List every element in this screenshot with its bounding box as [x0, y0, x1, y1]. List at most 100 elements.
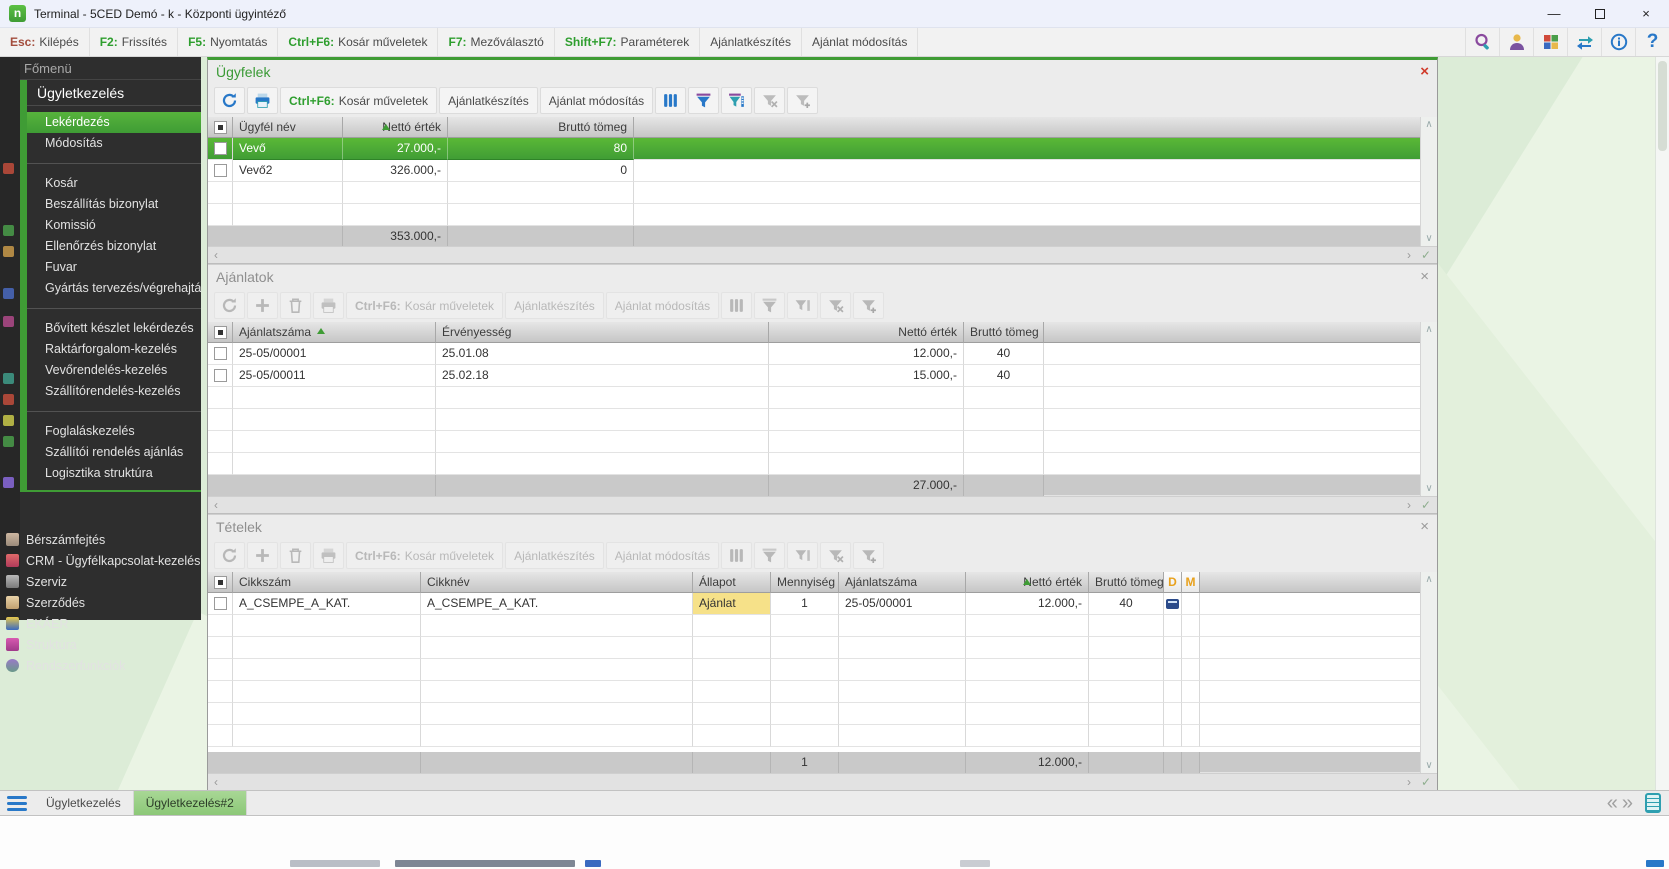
column-chooser-icon[interactable]	[721, 542, 753, 569]
horizontal-scrollbar[interactable]: ‹ › ✓	[208, 496, 1437, 513]
table-row[interactable]: Vevő2 326.000,- 0	[208, 160, 1420, 182]
scroll-up-icon[interactable]: ∧	[1425, 324, 1432, 335]
vertical-scrollbar[interactable]: ∧ ∨	[1420, 322, 1437, 496]
scroll-left-icon[interactable]: ‹	[214, 775, 218, 789]
kosar-muveletek-button[interactable]: Ctrl+F6: Kosár műveletek	[280, 87, 438, 114]
scroll-up-icon[interactable]: ∧	[1425, 119, 1432, 130]
scroll-left-icon[interactable]: ‹	[214, 248, 218, 262]
sidebar-item-berszamfejtes[interactable]: Bérszámfejtés	[0, 529, 201, 550]
horizontal-scrollbar[interactable]: ‹ › ✓	[208, 773, 1437, 790]
filter-clear-icon[interactable]	[820, 292, 852, 319]
delete-button[interactable]	[280, 292, 311, 319]
column-header-m[interactable]: M	[1182, 572, 1200, 593]
vertical-scrollbar[interactable]: ∧ ∨	[1420, 117, 1437, 246]
vertical-scrollbar[interactable]: ∧ ∨	[1420, 572, 1437, 773]
column-header-ajanlatszama[interactable]: Ajánlatszáma	[839, 572, 966, 593]
filter-icon[interactable]	[754, 292, 786, 319]
scroll-left-icon[interactable]: ‹	[214, 498, 218, 512]
row-checkbox[interactable]	[208, 365, 233, 387]
filter-edit-icon[interactable]	[721, 87, 753, 114]
sidebar-item-ellenorzes-bizonylat[interactable]: Ellenőrzés bizonylat	[27, 236, 201, 257]
info-icon[interactable]	[1601, 28, 1635, 56]
column-header-d[interactable]: D	[1164, 572, 1182, 593]
kosar-muveletek-button[interactable]: Ctrl+F6: Kosár műveletek	[346, 542, 504, 569]
sidebar-item-raktarforgalom[interactable]: Raktárforgalom-kezelés	[27, 339, 201, 360]
scroll-right-icon[interactable]: ›	[1407, 498, 1411, 512]
print-button[interactable]	[313, 542, 344, 569]
submenu-title[interactable]: Ügyletkezelés	[27, 80, 201, 106]
column-chooser-icon[interactable]	[655, 87, 687, 114]
table-row[interactable]: 25-05/00011 25.02.18 15.000,- 40	[208, 365, 1420, 387]
column-header-ervenyesseg[interactable]: Érvényesség	[436, 322, 769, 343]
column-header-netto-ertek[interactable]: Nettó érték	[343, 117, 448, 138]
column-chooser-icon[interactable]	[721, 292, 753, 319]
modules-tiles-icon[interactable]	[1533, 28, 1567, 56]
sidebar-item-bovitett-keszlet[interactable]: Bővített készlet lekérdezés	[27, 318, 201, 339]
sidebar-item-szerzodes[interactable]: Szerződés	[0, 592, 201, 613]
close-button[interactable]: ×	[1623, 0, 1669, 27]
add-button[interactable]	[247, 292, 278, 319]
add-button[interactable]	[247, 542, 278, 569]
menu-item-nyomtatas[interactable]: F5: Nyomtatás	[178, 28, 279, 56]
ajanlatkeszites-button[interactable]: Ajánlatkészítés	[439, 87, 538, 114]
ajanlat-modositas-button[interactable]: Ajánlat módosítás	[605, 292, 720, 319]
sidebar-item-lekerdezes[interactable]: Lekérdezés	[27, 112, 201, 133]
minimize-button[interactable]: —	[1531, 0, 1577, 27]
ajanlatkeszites-button[interactable]: Ajánlatkészítés	[505, 542, 604, 569]
scroll-right-icon[interactable]: ›	[1407, 775, 1411, 789]
sidebar-item-szerviz[interactable]: Szerviz	[0, 571, 201, 592]
table-row-selected[interactable]: Vevő 27.000,- 80	[208, 138, 1420, 160]
maximize-button[interactable]	[1577, 0, 1623, 27]
ajanlat-modositas-button[interactable]: Ajánlat módosítás	[605, 542, 720, 569]
row-checkbox[interactable]	[208, 138, 233, 160]
row-checkbox[interactable]	[208, 593, 233, 615]
sidebar-item-foglalaskezeles[interactable]: Foglaláskezelés	[27, 421, 201, 442]
column-header-cikknev[interactable]: Cikknév	[421, 572, 693, 593]
sidebar-item-komissio[interactable]: Komissió	[27, 215, 201, 236]
panel-close-icon[interactable]: ×	[1420, 269, 1429, 284]
tab-scroll-right-icon[interactable]: »	[1622, 792, 1633, 815]
row-checkbox[interactable]	[208, 160, 233, 182]
menu-item-mezovalaszto[interactable]: F7: Mezőválasztó	[438, 28, 555, 56]
filter-icon[interactable]	[754, 542, 786, 569]
sidebar-item-szallitoi-rendeles-ajanlas[interactable]: Szállítói rendelés ajánlás	[27, 442, 201, 463]
table-row[interactable]: A_CSEMPE_A_KAT. A_CSEMPE_A_KAT. Ajánlat …	[208, 593, 1420, 615]
panel-close-icon[interactable]: ×	[1420, 519, 1429, 534]
ajanlatkeszites-button[interactable]: Ajánlatkészítés	[505, 292, 604, 319]
select-all-checkbox[interactable]	[208, 322, 233, 343]
switch-user-icon[interactable]	[1567, 28, 1601, 56]
menu-hamburger-icon[interactable]	[0, 791, 34, 815]
menu-item-ajanlatkeszites[interactable]: Ajánlatkészítés	[700, 28, 802, 56]
scroll-down-icon[interactable]: ∨	[1425, 483, 1432, 494]
filter-clear-icon[interactable]	[754, 87, 786, 114]
menu-item-kosar-muveletek[interactable]: Ctrl+F6: Kosár műveletek	[278, 28, 439, 56]
filter-add-icon[interactable]	[853, 292, 885, 319]
kosar-muveletek-button[interactable]: Ctrl+F6: Kosár műveletek	[346, 292, 504, 319]
select-all-checkbox[interactable]	[208, 117, 233, 138]
menu-item-frissites[interactable]: F2: Frissítés	[90, 28, 179, 56]
tab-ugyletkezeles-2[interactable]: Ügyletkezelés#2	[133, 791, 247, 815]
filter-edit-icon[interactable]	[787, 292, 819, 319]
filter-edit-icon[interactable]	[787, 542, 819, 569]
select-all-checkbox[interactable]	[208, 572, 233, 593]
tab-ugyletkezeles[interactable]: Ügyletkezelés	[34, 791, 134, 815]
tab-scroll-left-icon[interactable]: «	[1607, 792, 1618, 815]
filter-icon[interactable]	[688, 87, 720, 114]
ajanlat-modositas-button[interactable]: Ajánlat módosítás	[539, 87, 654, 114]
sidebar-item-rendszerfunkciok[interactable]: Rendszerfunkciók	[0, 655, 201, 676]
user-icon[interactable]	[1499, 28, 1533, 56]
row-checkbox[interactable]	[208, 343, 233, 365]
column-header-brutto-tomeg[interactable]: Bruttó tömeg	[964, 322, 1044, 343]
column-header-netto-ertek[interactable]: Nettó érték	[966, 572, 1089, 593]
delete-button[interactable]	[280, 542, 311, 569]
sidebar-item-struktura[interactable]: Struktúra	[0, 634, 201, 655]
sidebar-item-logisztika-struktura[interactable]: Logisztika struktúra	[27, 463, 201, 484]
scroll-down-icon[interactable]: ∨	[1425, 760, 1432, 771]
panel-close-icon[interactable]: ×	[1420, 64, 1429, 79]
cell-d-indicator[interactable]	[1164, 593, 1182, 615]
sidebar-item-modositas[interactable]: Módosítás	[27, 133, 201, 154]
window-scrollbar[interactable]	[1655, 57, 1669, 790]
menu-item-ajanlat-modositas[interactable]: Ajánlat módosítás	[802, 28, 919, 56]
scroll-right-icon[interactable]: ›	[1407, 248, 1411, 262]
column-header-brutto-tomeg[interactable]: Bruttó tömeg	[1089, 572, 1164, 593]
